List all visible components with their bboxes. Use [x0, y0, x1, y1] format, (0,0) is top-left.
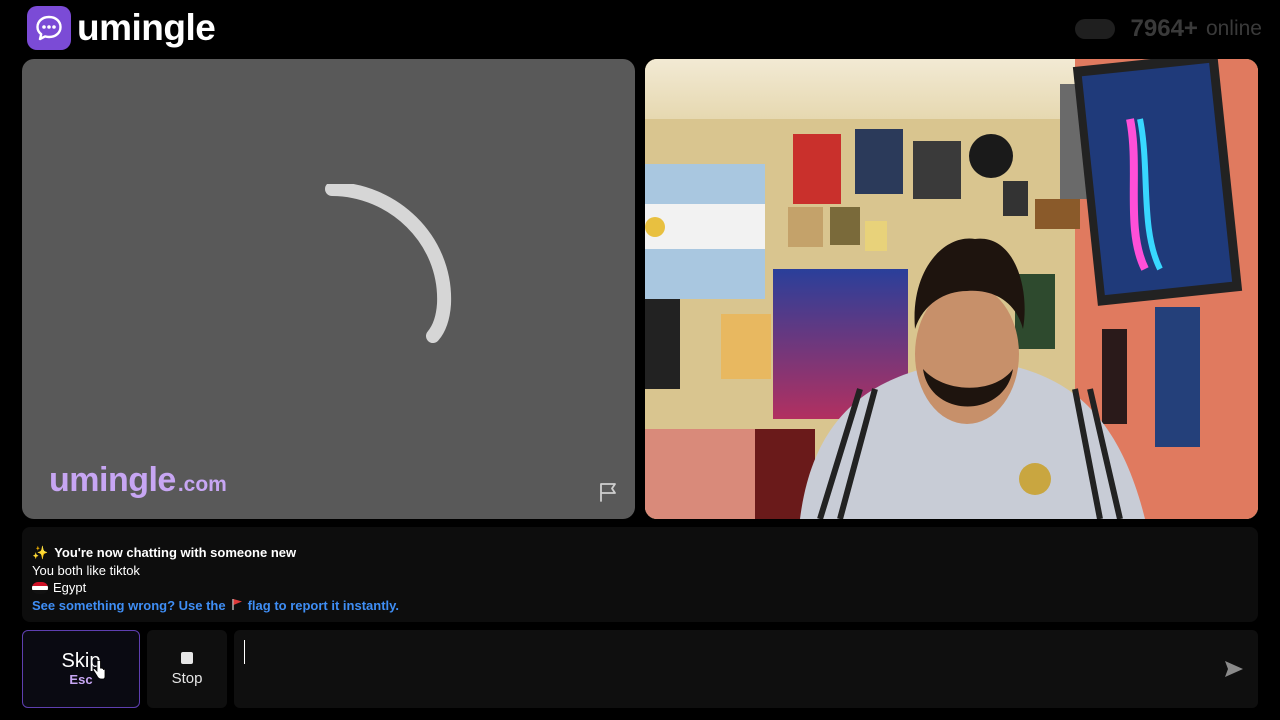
skip-button[interactable]: Skip Esc [22, 630, 140, 708]
interest-text: You both like tiktok [32, 562, 140, 578]
watermark-main: umingle [49, 461, 176, 499]
country-text: Egypt [53, 580, 87, 595]
camera-feed [645, 59, 1258, 519]
online-status: 7964+ online [1074, 12, 1262, 46]
umingle-watermark: umingle .com [49, 461, 227, 500]
report-hint: See something wrong? Use the flag to rep… [32, 597, 1248, 615]
watermark-suffix: .com [177, 473, 227, 496]
online-count: 7964+ [1130, 15, 1198, 42]
report-hint-prefix: See something wrong? Use the [32, 597, 226, 613]
skip-shortcut: Esc [69, 672, 93, 687]
logo-text: umingle [77, 7, 216, 48]
message-input[interactable] [244, 640, 1204, 664]
stop-label: Stop [171, 669, 203, 687]
common-interest-message: You both like tiktok [32, 562, 1248, 580]
new-chat-message: You're now chatting with someone new [54, 545, 297, 560]
mouse-pointer-icon [92, 660, 106, 680]
stranger-video: umingle .com [22, 59, 635, 519]
red-flag-icon [231, 597, 243, 615]
online-toggle[interactable] [1074, 19, 1115, 39]
country-message: Egypt [32, 579, 1248, 597]
header: umingle 7964+ online [0, 0, 1280, 58]
flag-icon[interactable] [598, 482, 620, 502]
logo[interactable]: umingle [27, 6, 216, 50]
loading-spinner-icon [325, 184, 452, 343]
chat-bubble-icon [27, 6, 71, 50]
message-box [234, 630, 1258, 708]
self-camera-video [645, 59, 1258, 519]
stop-square-icon [181, 651, 193, 664]
send-icon[interactable] [1224, 660, 1244, 678]
report-hint-suffix: flag to report it instantly. [247, 597, 400, 613]
egypt-flag-icon [32, 581, 48, 594]
chat-log: ✨ You're now chatting with someone new Y… [22, 527, 1258, 622]
stop-button[interactable]: Stop [147, 630, 227, 708]
online-label: online [1205, 17, 1262, 40]
sparkle-icon: ✨ [32, 545, 49, 560]
chat-system-message: ✨ You're now chatting with someone new [32, 544, 1248, 562]
